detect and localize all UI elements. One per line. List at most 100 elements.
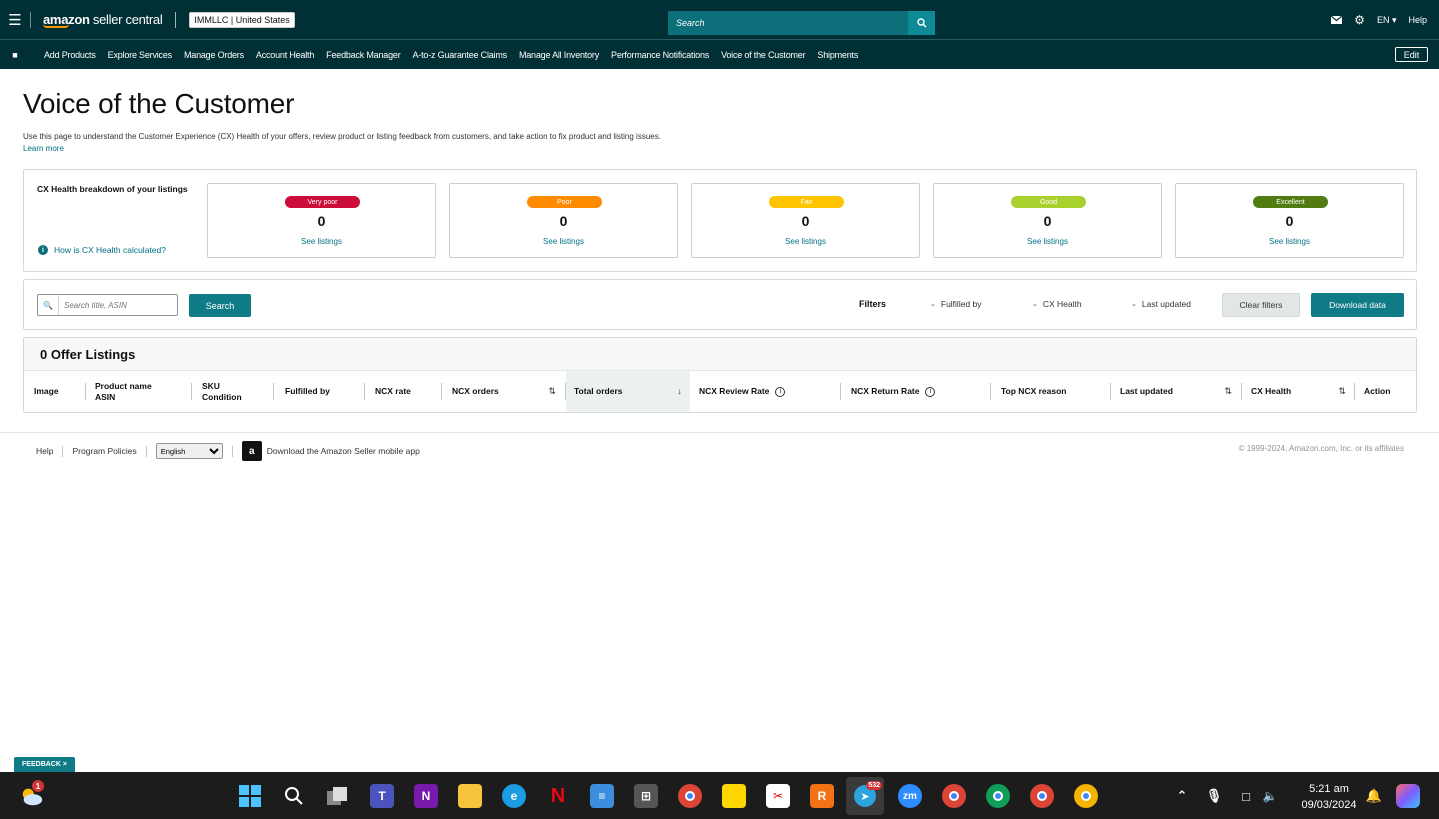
see-listings-link[interactable]: See listings: [450, 237, 677, 246]
search-button[interactable]: Search: [189, 294, 251, 317]
see-listings-link[interactable]: See listings: [208, 237, 435, 246]
task-view-icon[interactable]: [326, 784, 350, 808]
chrome-icon[interactable]: [678, 784, 702, 808]
menu-icon[interactable]: ☰: [0, 0, 30, 40]
sort-icon[interactable]: ⇅: [1338, 386, 1346, 397]
nav-feedback-manager[interactable]: Feedback Manager: [326, 50, 401, 60]
cx-card-very-poor: Very poor 0 See listings: [207, 183, 436, 258]
calculator-icon[interactable]: ⊞: [634, 784, 658, 808]
program-policies-link[interactable]: Program Policies: [72, 446, 136, 456]
listings-table: 0 Offer Listings Image Product name ASIN …: [23, 337, 1417, 413]
edge-icon[interactable]: e: [502, 784, 526, 808]
nav-explore-services[interactable]: Explore Services: [108, 50, 173, 60]
onenote-icon[interactable]: N: [414, 784, 438, 808]
cx-badge: Good: [1011, 196, 1086, 208]
sort-icon[interactable]: ⇅: [548, 386, 556, 397]
clock-date: 09/03/2024: [1301, 799, 1357, 811]
info-icon[interactable]: i: [925, 386, 936, 397]
nav-account-health[interactable]: Account Health: [256, 50, 314, 60]
col-last-updated[interactable]: Last updated ⇅: [1120, 371, 1240, 412]
clear-filters-button[interactable]: Clear filters: [1222, 293, 1300, 317]
search-icon[interactable]: [282, 784, 306, 808]
bookmark-icon[interactable]: ■: [0, 50, 30, 60]
cx-badge: Excellent: [1253, 196, 1328, 208]
file-explorer-icon[interactable]: [458, 784, 482, 808]
account-switcher[interactable]: IMMLLC | United States: [189, 11, 295, 28]
col-total-orders[interactable]: Total orders ↓: [566, 371, 690, 412]
amazon-app-icon[interactable]: a: [241, 441, 262, 461]
nav-performance-notifications[interactable]: Performance Notifications: [611, 50, 709, 60]
col-fulfilled-by[interactable]: Fulfilled by: [285, 371, 363, 412]
copilot-icon[interactable]: [1396, 784, 1420, 808]
listing-search: 🔍: [37, 294, 178, 316]
network-icon[interactable]: □: [1234, 784, 1258, 808]
col-cx-health[interactable]: CX Health ⇅: [1251, 371, 1354, 412]
topbar-right: ⚙ EN ▾ Help: [1331, 0, 1427, 40]
info-icon: i: [38, 245, 48, 255]
col-sku[interactable]: SKU Condition: [202, 371, 272, 412]
volume-icon[interactable]: 🔈: [1258, 784, 1282, 808]
col-ncx-rate[interactable]: NCX rate: [375, 371, 440, 412]
feedback-button[interactable]: FEEDBACK ×: [14, 757, 75, 772]
download-data-button[interactable]: Download data: [1311, 293, 1404, 317]
chrome-profile-icon[interactable]: [1030, 784, 1054, 808]
nav-shipments[interactable]: Shipments: [817, 50, 858, 60]
sort-icon[interactable]: ⇅: [1224, 386, 1232, 397]
listing-search-input[interactable]: [58, 295, 176, 315]
global-search-input[interactable]: [668, 11, 908, 35]
nav-voice-of-customer[interactable]: Voice of the Customer: [721, 50, 806, 60]
col-top-ncx-reason[interactable]: Top NCX reason: [1001, 371, 1109, 412]
ringcentral-icon[interactable]: R: [810, 784, 834, 808]
system-clock[interactable]: 5:21 am 09/03/2024: [1294, 781, 1364, 813]
cx-badge: Very poor: [285, 196, 360, 208]
gear-icon[interactable]: ⚙: [1354, 13, 1365, 27]
teams-icon[interactable]: T: [370, 784, 394, 808]
notification-icon[interactable]: 🔔: [1362, 784, 1386, 808]
fulfilled-by-label: Fulfilled by: [940, 299, 982, 309]
microphone-icon[interactable]: 🎙: [1202, 784, 1226, 808]
cx-health-how-link[interactable]: i How is CX Health calculated?: [38, 245, 166, 255]
chrome-profile-icon[interactable]: [942, 784, 966, 808]
info-icon[interactable]: i: [775, 386, 786, 397]
col-ncx-return-rate[interactable]: NCX Return Rate i: [851, 371, 991, 412]
see-listings-link[interactable]: See listings: [692, 237, 919, 246]
edit-bookmarks-button[interactable]: Edit: [1395, 47, 1428, 62]
last-updated-dropdown[interactable]: ⌄ Last updated: [1131, 299, 1191, 309]
chrome-profile-icon[interactable]: [986, 784, 1010, 808]
sticky-notes-icon[interactable]: [722, 784, 746, 808]
fulfilled-by-dropdown[interactable]: ⌄ Fulfilled by: [930, 299, 982, 309]
col-action: Action: [1364, 386, 1391, 396]
col-product-name[interactable]: Product name ASIN: [95, 371, 190, 412]
col-ncx-orders[interactable]: NCX orders ⇅: [452, 371, 564, 412]
nav-manage-inventory[interactable]: Manage All Inventory: [519, 50, 599, 60]
sort-desc-icon[interactable]: ↓: [678, 386, 683, 397]
cx-badge: Poor: [527, 196, 602, 208]
nav-a-to-z-claims[interactable]: A-to-z Guarantee Claims: [413, 50, 508, 60]
learn-more-link[interactable]: Learn more: [23, 144, 64, 153]
nav-manage-orders[interactable]: Manage Orders: [184, 50, 244, 60]
cx-health-dropdown[interactable]: ⌄ CX Health: [1032, 299, 1082, 309]
zoom-icon[interactable]: zm: [898, 784, 922, 808]
netflix-icon[interactable]: N: [546, 784, 570, 808]
page-description: Use this page to understand the Customer…: [23, 132, 661, 141]
seller-central-logo[interactable]: amazon seller central: [43, 12, 163, 28]
search-button[interactable]: [908, 11, 935, 35]
footer-help-link[interactable]: Help: [36, 446, 53, 456]
chrome-profile-icon[interactable]: [1074, 784, 1098, 808]
language-selector[interactable]: EN ▾: [1377, 15, 1397, 26]
telegram-taskbar-button[interactable]: ➤ 532: [846, 777, 884, 815]
nav-add-products[interactable]: Add Products: [44, 50, 96, 60]
mail-icon[interactable]: [1331, 16, 1343, 24]
mobile-app-link[interactable]: Download the Amazon Seller mobile app: [267, 446, 420, 456]
windows-start-icon[interactable]: [238, 784, 262, 808]
chevron-up-icon[interactable]: ⌃: [1170, 784, 1194, 808]
weather-icon[interactable]: 1: [20, 780, 44, 808]
col-ncx-review-rate[interactable]: NCX Review Rate i: [699, 371, 839, 412]
notepad-icon[interactable]: ≡: [590, 784, 614, 808]
help-link[interactable]: Help: [1408, 15, 1427, 25]
language-select[interactable]: English: [155, 443, 223, 459]
see-listings-link[interactable]: See listings: [1176, 237, 1403, 246]
see-listings-link[interactable]: See listings: [934, 237, 1161, 246]
snipping-tool-icon[interactable]: ✂: [766, 784, 790, 808]
last-updated-label: Last updated: [1141, 299, 1192, 309]
